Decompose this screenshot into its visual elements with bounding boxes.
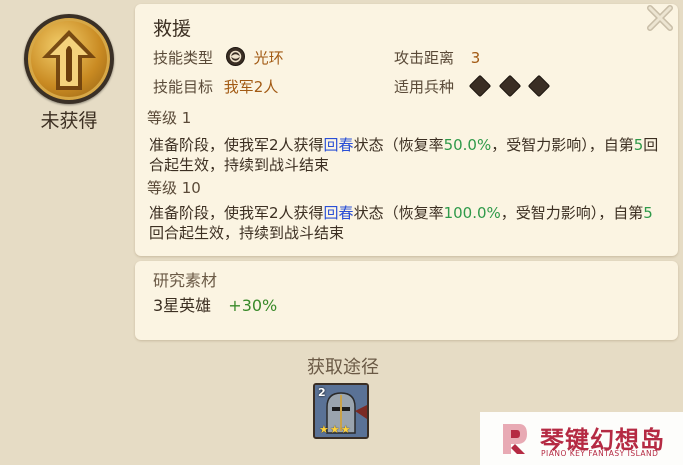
close-button[interactable] <box>642 4 678 34</box>
close-icon <box>647 5 673 31</box>
level-1-label: 等级 1 <box>147 109 192 127</box>
skill-target-value: 我军2人 <box>223 78 279 96</box>
hero-stars: ★★★ <box>319 423 352 436</box>
start-turn: 5 <box>643 204 653 222</box>
horse-icon <box>498 74 521 98</box>
recovery-rate: 100.0% <box>443 204 501 222</box>
hero-level: 2 <box>318 386 326 399</box>
attack-range-value: 3 <box>470 49 481 67</box>
arrow-up-emblem-icon <box>42 30 96 90</box>
bow-icon <box>528 74 551 98</box>
troop-types-label: 适用兵种 <box>394 78 455 96</box>
research-item: 3星英雄 +30% <box>153 292 277 316</box>
effect-link[interactable]: 回春 <box>324 136 354 154</box>
skill-emblem-icon <box>24 14 114 104</box>
skill-sidebar: 未获得 <box>0 0 138 465</box>
desc-text: 状态（恢复率 <box>353 136 444 154</box>
desc-text: 准备阶段，使我军2人获得 <box>149 136 324 154</box>
skill-type-label: 技能类型 <box>153 49 214 67</box>
desc-text: ，受智力影响），自第 <box>500 204 644 222</box>
watermark: 琴键幻想岛 PIANO KEY FANTASY ISLAND <box>480 412 683 465</box>
attack-range-label: 攻击距离 <box>394 49 455 67</box>
watermark-subtitle: PIANO KEY FANTASY ISLAND <box>541 449 659 458</box>
level-1-description: 准备阶段，使我军2人获得回春状态（恢复率50.0%，受智力影响），自第5回合起生… <box>149 135 664 175</box>
desc-text: 回合起生效，持续到战斗结束 <box>149 224 345 242</box>
acquire-source-title: 获取途径 <box>307 357 379 378</box>
aura-icon <box>225 47 245 66</box>
desc-text: 准备阶段，使我军2人获得 <box>149 204 324 222</box>
troop-types-row: 适用兵种 <box>394 74 551 98</box>
research-bonus: +30% <box>228 296 278 315</box>
desc-text: 状态（恢复率 <box>353 204 444 222</box>
recovery-rate: 50.0% <box>443 136 492 154</box>
level-10-label: 等级 10 <box>147 179 201 197</box>
effect-link[interactable]: 回春 <box>324 204 354 222</box>
desc-text: ，受智力影响），自第 <box>491 136 634 154</box>
attack-range-row: 攻击距离 3 <box>394 47 480 68</box>
hero-portrait-button[interactable]: 2 ★★★ <box>313 383 369 439</box>
research-material-card: 研究素材 3星英雄 +30% <box>135 261 678 340</box>
piano-key-logo-icon <box>503 424 527 454</box>
start-turn: 5 <box>633 136 644 154</box>
skill-type-row: 技能类型 光环 <box>153 47 284 68</box>
research-title: 研究素材 <box>153 271 218 290</box>
acquire-status: 未获得 <box>40 110 98 132</box>
sword-icon <box>468 74 492 98</box>
skill-detail-card: 救援 技能类型 光环 攻击距离 3 技能目标 我军2人 适用兵种 等级 1 准备… <box>135 4 678 256</box>
research-item-name: 3星英雄 <box>153 296 212 315</box>
skill-name: 救援 <box>153 18 192 40</box>
skill-type-value: 光环 <box>253 49 284 67</box>
skill-target-row: 技能目标 我军2人 <box>153 76 278 97</box>
skill-target-label: 技能目标 <box>153 78 214 96</box>
level-10-description: 准备阶段，使我军2人获得回春状态（恢复率100.0%，受智力影响），自第5 回合起… <box>149 203 664 243</box>
troop-icons <box>468 74 551 98</box>
